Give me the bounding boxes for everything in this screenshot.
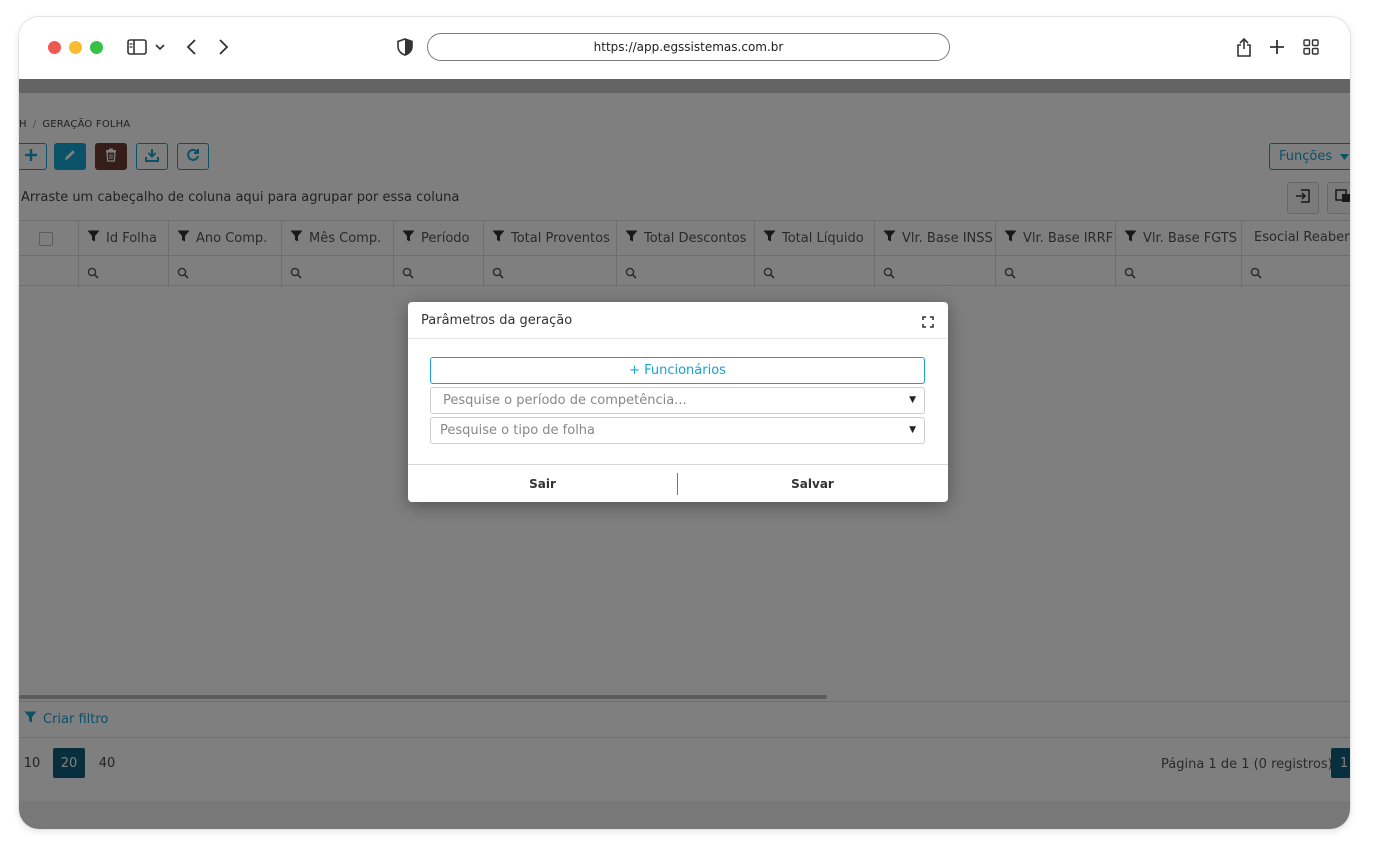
fullscreen-icon[interactable]	[922, 313, 934, 332]
forward-arrow-icon[interactable]	[216, 35, 232, 59]
chevron-down-icon[interactable]	[154, 35, 166, 59]
browser-titlebar: https://app.egssistemas.com.br	[19, 17, 1350, 79]
generation-params-dialog: Parâmetros da geração + Funcionários Pes…	[408, 302, 948, 502]
tab-overview-icon[interactable]	[1302, 35, 1320, 59]
minimize-window-button[interactable]	[69, 41, 82, 54]
dialog-header: Parâmetros da geração	[408, 302, 948, 339]
close-window-button[interactable]	[48, 41, 61, 54]
period-select-placeholder: Pesquise o período de competência...	[443, 393, 687, 408]
share-icon[interactable]	[1235, 35, 1253, 59]
back-arrow-icon[interactable]	[183, 35, 199, 59]
save-button[interactable]: Salvar	[678, 465, 947, 502]
caret-down-icon: ▼	[909, 395, 916, 405]
exit-button[interactable]: Sair	[408, 465, 677, 502]
dialog-title: Parâmetros da geração	[421, 313, 573, 328]
new-tab-icon[interactable]	[1268, 35, 1286, 59]
add-employees-button[interactable]: + Funcionários	[430, 357, 925, 384]
app-content: H/GERAÇÃO FOLHA F	[19, 79, 1350, 829]
zoom-window-button[interactable]	[90, 41, 103, 54]
address-bar[interactable]: https://app.egssistemas.com.br	[427, 33, 950, 61]
period-select[interactable]: Pesquise o período de competência... ▼	[430, 387, 925, 414]
address-bar-url: https://app.egssistemas.com.br	[593, 40, 784, 54]
dialog-footer: Sair Salvar	[408, 464, 948, 502]
sheet-type-select-placeholder: Pesquise o tipo de folha	[440, 423, 596, 438]
browser-window: https://app.egssistemas.com.br H/GERAÇÃO…	[19, 17, 1350, 829]
shield-icon[interactable]	[396, 35, 414, 59]
sheet-type-select[interactable]: Pesquise o tipo de folha ▼	[430, 417, 925, 444]
sidebar-toggle-icon[interactable]	[126, 35, 148, 59]
caret-down-icon: ▼	[909, 425, 916, 435]
